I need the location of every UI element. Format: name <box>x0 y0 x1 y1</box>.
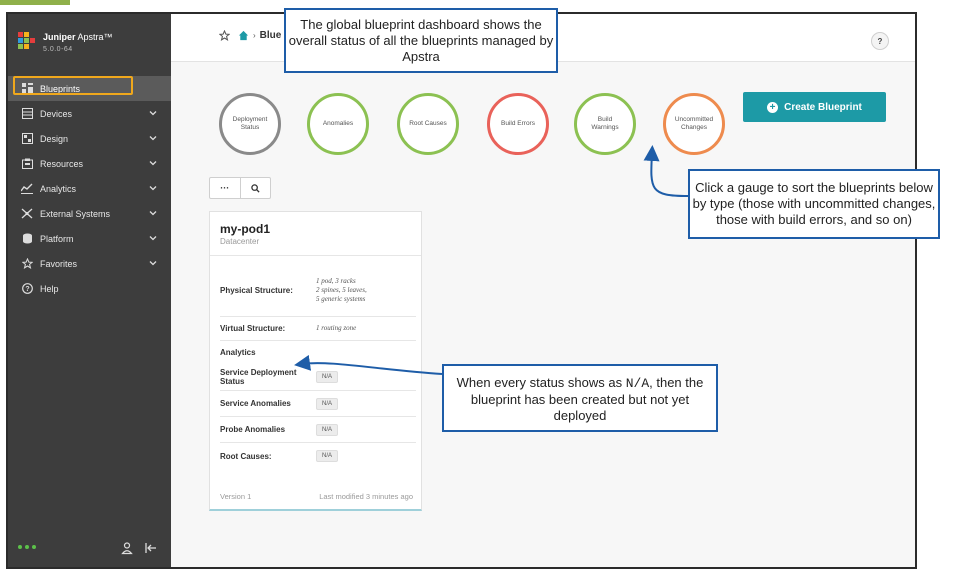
analytics-icon <box>20 183 34 195</box>
star-icon <box>20 258 34 270</box>
search-button[interactable] <box>239 178 271 198</box>
row-key: Physical Structure: <box>220 286 293 295</box>
sidebar-item-external-systems[interactable]: External Systems <box>8 201 171 226</box>
sidebar-item-label: Platform <box>40 233 74 244</box>
blueprint-name[interactable]: my-pod1 <box>220 222 270 236</box>
sidebar-item-label: Help <box>40 283 59 294</box>
sidebar-item-platform[interactable]: Platform <box>8 226 171 251</box>
status-badge: N/A <box>316 370 339 383</box>
table-row: Analytics <box>220 341 416 363</box>
sidebar: Juniper Apstra™ 5.0.0-64 Blueprints Devi… <box>8 14 171 567</box>
sidebar-item-label: Design <box>40 133 69 144</box>
more-options-button[interactable]: ··· <box>210 178 240 198</box>
app-version: 5.0.0-64 <box>43 46 73 53</box>
help-button[interactable]: ? <box>871 32 889 50</box>
status-badge: N/A <box>316 450 339 462</box>
sidebar-item-label: Favorites <box>40 258 78 269</box>
app-name: Juniper Apstra™ <box>43 32 113 42</box>
favorite-star-icon[interactable] <box>219 30 230 41</box>
main-content: › Blue ? Deployment Status Anomalies Roo… <box>171 14 915 567</box>
devices-icon <box>20 108 34 120</box>
sidebar-item-analytics[interactable]: Analytics <box>8 176 171 201</box>
row-key: Service Deployment Status <box>220 367 297 386</box>
blueprint-card[interactable]: my-pod1 Datacenter Physical Structure: 1… <box>209 211 422 511</box>
gauge-anomalies[interactable]: Anomalies <box>307 93 369 155</box>
sidebar-item-design[interactable]: Design <box>8 126 171 151</box>
home-icon[interactable] <box>238 30 249 41</box>
blueprints-icon <box>20 83 34 95</box>
sidebar-item-label: External Systems <box>40 208 111 219</box>
row-key: Virtual Structure: <box>220 324 286 333</box>
chevron-down-icon <box>149 161 157 166</box>
collapse-sidebar-icon[interactable] <box>144 541 158 555</box>
blueprint-version: Version 1 <box>220 492 252 501</box>
breadcrumb: › Blue <box>219 30 281 41</box>
status-badge: N/A <box>316 423 339 436</box>
row-value: 1 routing zone <box>316 324 357 332</box>
table-row: Service Anomalies N/A <box>220 391 416 417</box>
help-circle-icon: ? <box>20 283 34 295</box>
gauge-uncommitted-changes[interactable]: Uncommitted Changes <box>663 93 725 155</box>
blueprint-type: Datacenter <box>220 237 260 246</box>
row-key: Probe Anomalies <box>220 425 286 434</box>
status-badge: N/A <box>316 397 339 410</box>
design-icon <box>20 133 34 145</box>
chevron-down-icon <box>149 111 157 116</box>
chevron-down-icon <box>149 186 157 191</box>
brand: Juniper Apstra™ 5.0.0-64 <box>18 32 113 55</box>
external-systems-icon <box>20 208 34 220</box>
chevron-down-icon <box>149 261 157 266</box>
resources-icon <box>20 158 34 170</box>
gauge-build-errors[interactable]: Build Errors <box>487 93 549 155</box>
chevron-down-icon <box>149 236 157 241</box>
corner-logo-fragment <box>0 0 70 5</box>
blueprint-toolbar: ··· <box>209 177 271 199</box>
gauge-root-causes[interactable]: Root Causes <box>397 93 459 155</box>
sidebar-item-favorites[interactable]: Favorites <box>8 251 171 276</box>
table-row: Physical Structure: 1 pod, 3 racks 2 spi… <box>220 265 416 317</box>
create-blueprint-button[interactable]: + Create Blueprint <box>743 92 886 122</box>
table-row: Root Causes: N/A <box>220 443 416 469</box>
chevron-down-icon <box>149 211 157 216</box>
search-icon <box>251 183 260 193</box>
sidebar-item-label: Devices <box>40 108 73 119</box>
row-key: Root Causes: <box>220 451 272 461</box>
sidebar-item-label: Resources <box>40 158 84 169</box>
user-icon[interactable] <box>120 541 134 555</box>
sidebar-nav: Blueprints Devices Design Resources Anal… <box>8 76 171 301</box>
status-dots-icon[interactable] <box>18 545 36 549</box>
sidebar-item-help[interactable]: ? Help <box>8 276 171 301</box>
table-row: Service Deployment Status N/A <box>220 363 416 391</box>
juniper-logo-icon <box>18 32 36 50</box>
sidebar-item-label: Analytics <box>40 183 77 194</box>
sidebar-item-blueprints[interactable]: Blueprints <box>8 76 171 101</box>
platform-icon <box>20 233 34 245</box>
chevron-down-icon <box>149 136 157 141</box>
breadcrumb-current[interactable]: Blue <box>260 30 282 41</box>
last-modified: Last modified 3 minutes ago <box>319 492 413 501</box>
callout-gauge-sort: Click a gauge to sort the blueprints bel… <box>688 169 940 239</box>
card-footer: Version 1 Last modified 3 minutes ago <box>220 492 413 501</box>
app-window: Juniper Apstra™ 5.0.0-64 Blueprints Devi… <box>6 12 917 569</box>
callout-not-deployed: When every status shows as N/A, then the… <box>442 364 718 432</box>
sidebar-footer <box>18 541 158 557</box>
blueprint-details: Physical Structure: 1 pod, 3 racks 2 spi… <box>220 265 416 469</box>
breadcrumb-separator: › <box>253 31 256 40</box>
sidebar-item-devices[interactable]: Devices <box>8 101 171 126</box>
row-value: 1 pod, 3 racks 2 spines, 5 leaves, 5 gen… <box>316 277 367 303</box>
table-row: Probe Anomalies N/A <box>220 417 416 443</box>
table-row: Virtual Structure: 1 routing zone <box>220 317 416 341</box>
sidebar-item-label: Blueprints <box>40 83 81 94</box>
gauge-build-warnings[interactable]: Build Warnings <box>574 93 636 155</box>
gauge-deployment-status[interactable]: Deployment Status <box>219 93 281 155</box>
callout-dashboard: The global blueprint dashboard shows the… <box>284 8 558 73</box>
divider <box>210 255 421 256</box>
sidebar-item-resources[interactable]: Resources <box>8 151 171 176</box>
svg-text:?: ? <box>25 286 29 293</box>
row-key: Service Anomalies <box>220 399 291 408</box>
row-key: Analytics <box>220 347 256 357</box>
create-blueprint-label: Create Blueprint <box>784 101 862 113</box>
plus-circle-icon: + <box>767 101 779 113</box>
